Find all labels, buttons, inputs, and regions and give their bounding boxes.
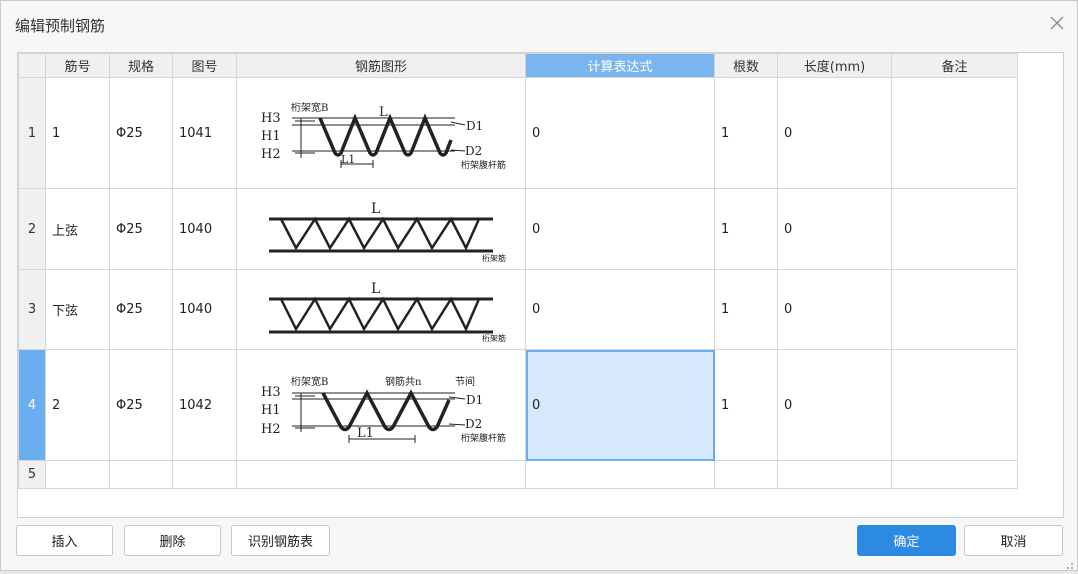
bar-no-cell[interactable]: 下弦 <box>45 269 110 350</box>
label-h3: H3 <box>261 385 281 400</box>
recognize-rebar-table-button[interactable]: 识别钢筋表 <box>231 525 330 556</box>
delete-button[interactable]: 删除 <box>124 525 221 556</box>
label-pitch: 节间 <box>455 375 475 388</box>
label-h2: H2 <box>261 147 281 162</box>
note-cell[interactable] <box>891 460 1018 489</box>
header-rebar-shape[interactable]: 钢筋图形 <box>236 53 526 78</box>
label-l: L <box>371 201 380 217</box>
header-count[interactable]: 根数 <box>714 53 778 78</box>
note-cell[interactable] <box>891 349 1018 461</box>
label-d1: D1 <box>466 119 483 133</box>
rebar-table: 筋号 规格 图号 钢筋图形 计算表达式 根数 长度(mm) 备注 1 1 Φ25… <box>18 53 1018 489</box>
figure-no-cell[interactable]: 1042 <box>172 349 237 461</box>
calc-expression-cell[interactable]: 0 <box>525 269 715 350</box>
bar-no-cell[interactable]: 上弦 <box>45 188 110 270</box>
ok-button[interactable]: 确定 <box>857 525 956 556</box>
spec-cell[interactable]: Φ25 <box>109 77 173 189</box>
header-spec[interactable]: 规格 <box>109 53 173 78</box>
row-number[interactable]: 4 <box>18 349 46 461</box>
bar-no-cell[interactable]: 1 <box>45 77 110 189</box>
count-cell[interactable]: 1 <box>714 77 778 189</box>
figure-no-cell[interactable] <box>172 460 237 489</box>
figure-no-cell[interactable]: 1041 <box>172 77 237 189</box>
rebar-shape-cell[interactable]: L 桁架筋 <box>236 188 526 270</box>
label-h3: H3 <box>261 111 281 126</box>
header-note[interactable]: 备注 <box>891 53 1018 78</box>
label-truss-width: 桁架宽B <box>291 101 328 114</box>
header-figure-no[interactable]: 图号 <box>172 53 237 78</box>
label-d1: D1 <box>466 393 483 407</box>
rebar-shape-cell[interactable] <box>236 460 526 489</box>
rebar-shape-cell[interactable]: H3 H1 H2 桁架宽B 钢筋共n 节间 L1 D1 D2 桁架腹杆筋 <box>236 349 526 461</box>
count-cell[interactable]: 1 <box>714 269 778 350</box>
truss-1040-diagram: L 桁架筋 <box>269 281 506 343</box>
row-number[interactable]: 5 <box>18 460 46 489</box>
label-truss-rebar: 桁架筋 <box>482 253 506 263</box>
note-cell[interactable] <box>891 269 1018 350</box>
table-row[interactable]: 1 1 Φ25 1041 H3 H1 H2 桁架宽B L L1 D1 D2 桁架… <box>18 77 1018 189</box>
header-bar-no[interactable]: 筋号 <box>45 53 110 78</box>
length-cell[interactable]: 0 <box>777 269 892 350</box>
bar-no-cell[interactable]: 2 <box>45 349 110 461</box>
calc-expression-cell[interactable] <box>525 460 715 489</box>
calc-expression-cell-active[interactable]: 0 <box>525 349 715 461</box>
count-cell[interactable]: 1 <box>714 349 778 461</box>
label-h2: H2 <box>261 422 281 437</box>
header-corner <box>18 53 46 78</box>
rebar-grid[interactable]: 筋号 规格 图号 钢筋图形 计算表达式 根数 长度(mm) 备注 1 1 Φ25… <box>17 52 1064 518</box>
table-row-selected[interactable]: 4 2 Φ25 1042 H3 H1 H2 桁架宽B 钢筋共n 节间 L1 D1… <box>18 349 1018 461</box>
rebar-shape-cell[interactable]: H3 H1 H2 桁架宽B L L1 D1 D2 桁架腹杆筋 <box>236 77 526 189</box>
table-row[interactable]: 2 上弦 Φ25 1040 L 桁架筋 0 1 0 <box>18 188 1018 270</box>
row-number[interactable]: 2 <box>18 188 46 270</box>
length-cell[interactable]: 0 <box>777 77 892 189</box>
spec-cell[interactable]: Φ25 <box>109 269 173 350</box>
resize-grip-icon[interactable] <box>1066 559 1074 569</box>
figure-no-cell[interactable]: 1040 <box>172 269 237 350</box>
spec-cell[interactable]: Φ25 <box>109 349 173 461</box>
truss-1041-diagram: H3 H1 H2 桁架宽B L L1 D1 D2 桁架腹杆筋 <box>261 101 506 171</box>
count-cell[interactable] <box>714 460 778 489</box>
cancel-button[interactable]: 取消 <box>964 525 1063 556</box>
label-h1: H1 <box>261 403 281 418</box>
header-length[interactable]: 长度(mm) <box>777 53 892 78</box>
row-number[interactable]: 1 <box>18 77 46 189</box>
table-row-empty[interactable]: 5 <box>18 460 1018 489</box>
label-web-rebar: 桁架腹杆筋 <box>461 159 506 171</box>
row-number[interactable]: 3 <box>18 269 46 350</box>
dialog-title: 编辑预制钢筋 <box>15 17 106 35</box>
note-cell[interactable] <box>891 188 1018 270</box>
title-bar: 编辑预制钢筋 <box>1 1 1077 49</box>
label-web-rebar: 桁架腹杆筋 <box>461 432 506 444</box>
label-truss-rebar: 桁架筋 <box>482 333 506 343</box>
length-cell[interactable] <box>777 460 892 489</box>
spec-cell[interactable]: Φ25 <box>109 188 173 270</box>
calc-expression-cell[interactable]: 0 <box>525 77 715 189</box>
figure-no-cell[interactable]: 1040 <box>172 188 237 270</box>
truss-1040-diagram: L 桁架筋 <box>269 201 506 263</box>
label-d2: D2 <box>465 144 482 158</box>
label-l: L <box>371 281 380 297</box>
spec-cell[interactable] <box>109 460 173 489</box>
label-rebar-count: 钢筋共n <box>385 375 422 388</box>
insert-button[interactable]: 插入 <box>16 525 113 556</box>
label-d2: D2 <box>465 417 482 431</box>
count-cell[interactable]: 1 <box>714 188 778 270</box>
bar-no-cell[interactable] <box>45 460 110 489</box>
label-truss-width: 桁架宽B <box>291 375 328 388</box>
truss-1042-diagram: H3 H1 H2 桁架宽B 钢筋共n 节间 L1 D1 D2 桁架腹杆筋 <box>261 375 506 444</box>
rebar-shape-cell[interactable]: L 桁架筋 <box>236 269 526 350</box>
header-row: 筋号 规格 图号 钢筋图形 计算表达式 根数 长度(mm) 备注 <box>18 53 1018 78</box>
header-calc-expression[interactable]: 计算表达式 <box>525 53 715 78</box>
length-cell[interactable]: 0 <box>777 349 892 461</box>
note-cell[interactable] <box>891 77 1018 189</box>
edit-precast-rebar-dialog: 编辑预制钢筋 筋号 规格 图号 钢筋图形 计算表达式 根数 长度(mm) 备注 … <box>0 0 1078 571</box>
calc-expression-cell[interactable]: 0 <box>525 188 715 270</box>
table-row[interactable]: 3 下弦 Φ25 1040 L 桁架筋 0 1 0 <box>18 269 1018 350</box>
close-icon[interactable] <box>1047 13 1067 33</box>
length-cell[interactable]: 0 <box>777 188 892 270</box>
label-h1: H1 <box>261 129 281 144</box>
